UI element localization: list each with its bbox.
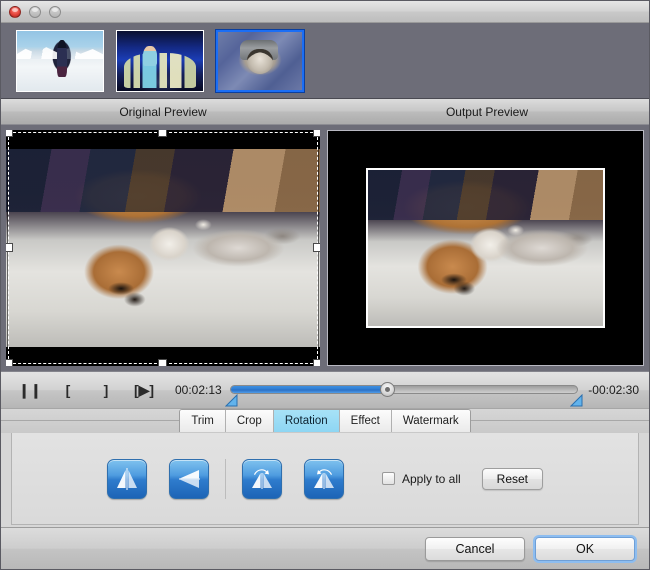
original-preview-pane[interactable]	[1, 125, 325, 371]
stage-thumbnail[interactable]	[116, 29, 204, 92]
crop-handle-top-center[interactable]	[158, 130, 167, 137]
seek-progress-fill	[230, 386, 387, 393]
trim-start-marker[interactable]	[224, 394, 238, 407]
video-editor-window: Original Preview Output Preview ❙❙ [] […	[0, 0, 650, 570]
rotate-left-icon	[251, 468, 272, 489]
rotate-button-group	[241, 458, 344, 499]
kitten-thumbnail-image	[218, 31, 302, 90]
pause-button[interactable]: ❙❙	[11, 377, 49, 403]
minimize-icon[interactable]	[29, 5, 41, 18]
ok-button[interactable]: OK	[535, 536, 635, 561]
tab-trim[interactable]: Trim	[180, 410, 226, 432]
rotate-left-button[interactable]	[241, 458, 282, 499]
tab-rotation[interactable]: Rotation	[273, 410, 340, 432]
transport-bar: ❙❙ [ ] [▶] 00:02:13 -00:02:30	[1, 371, 649, 409]
crop-handle-bottom-center[interactable]	[158, 359, 167, 366]
output-preview-pane[interactable]	[325, 125, 649, 371]
rotation-panel: Apply to all Reset	[11, 433, 639, 525]
reset-button[interactable]: Reset	[481, 467, 544, 490]
panel-divider	[224, 458, 226, 499]
flip-horizontal-button[interactable]	[106, 458, 147, 499]
output-preview-image-frame	[365, 168, 606, 328]
apply-to-all-checkbox[interactable]	[381, 472, 395, 485]
tab-bar: Trim Crop Rotation Effect Watermark	[1, 409, 649, 433]
dialog-footer: Cancel OK	[1, 527, 649, 569]
output-preview-image	[367, 170, 604, 326]
crop-handle-top-left[interactable]	[6, 130, 13, 137]
mark-in-button[interactable]: [	[49, 377, 87, 403]
flip-horizontal-icon	[116, 467, 137, 490]
tab-effect[interactable]: Effect	[339, 410, 392, 432]
original-preview-label: Original Preview	[119, 104, 207, 119]
flip-vertical-button[interactable]	[168, 458, 209, 499]
play-clip-button[interactable]: [▶]	[125, 377, 163, 403]
close-icon[interactable]	[9, 5, 21, 18]
preview-area	[1, 125, 649, 371]
stage-thumbnail-image	[117, 30, 203, 91]
cancel-button[interactable]: Cancel	[425, 536, 525, 561]
crop-handle-top-right[interactable]	[313, 130, 320, 137]
output-media-box	[327, 130, 644, 366]
title-bar	[1, 1, 649, 23]
rotate-right-button[interactable]	[303, 458, 344, 499]
seek-track[interactable]	[229, 385, 579, 394]
output-preview-label: Output Preview	[445, 104, 529, 119]
original-media-box	[6, 130, 320, 366]
apply-to-all-label: Apply to all	[401, 471, 461, 486]
preview-header: Original Preview Output Preview	[1, 99, 649, 125]
trim-end-marker[interactable]	[570, 394, 583, 407]
maximize-icon[interactable]	[49, 5, 61, 18]
crop-handle-bottom-right[interactable]	[313, 359, 320, 366]
tab-watermark[interactable]: Watermark	[391, 410, 470, 432]
skier-thumbnail-image	[17, 30, 103, 91]
flip-button-group	[106, 458, 209, 499]
remaining-time-label: -00:02:30	[588, 383, 639, 397]
skier-thumbnail[interactable]	[16, 29, 104, 92]
apply-to-all-group: Apply to all Reset	[381, 467, 544, 490]
rotate-right-icon	[313, 468, 334, 489]
flip-vertical-icon	[178, 469, 200, 488]
seek-knob[interactable]	[379, 382, 395, 397]
tab-crop[interactable]: Crop	[225, 410, 274, 432]
tab-group: Trim Crop Rotation Effect Watermark	[179, 409, 471, 432]
crop-handle-bottom-left[interactable]	[6, 359, 13, 366]
original-preview-image	[6, 148, 320, 348]
kitten-thumbnail[interactable]	[216, 29, 304, 92]
current-time-label: 00:02:13	[175, 383, 222, 397]
mark-out-button[interactable]: ]	[87, 377, 125, 403]
seek-slider[interactable]	[224, 377, 583, 407]
thumbnail-strip	[1, 23, 649, 99]
traffic-light-group	[9, 5, 61, 18]
